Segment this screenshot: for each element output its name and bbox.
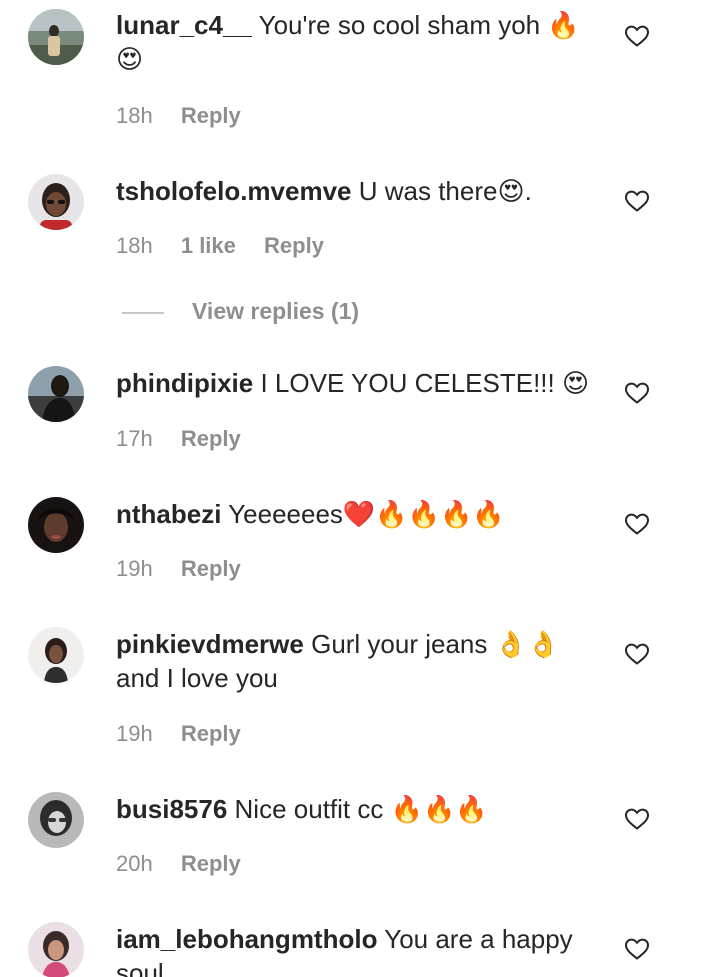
reply-button[interactable]: Reply	[181, 721, 241, 746]
comment-body: tsholofelo.mvemve U was there😍.	[116, 174, 596, 208]
avatar[interactable]	[28, 792, 84, 848]
comment-time: 18h	[116, 103, 153, 128]
view-replies-button[interactable]: View replies (1)	[122, 296, 359, 326]
reply-button[interactable]: Reply	[264, 233, 324, 258]
reply-button[interactable]: Reply	[181, 426, 241, 451]
reply-button[interactable]: Reply	[181, 851, 241, 876]
heart-outline-icon[interactable]	[624, 937, 650, 961]
heart-outline-icon[interactable]	[624, 381, 650, 405]
comment-time: 20h	[116, 851, 153, 876]
comment-body: pinkievdmerwe Gurl your jeans 👌👌 and I l…	[116, 627, 596, 695]
comment-username[interactable]: pinkievdmerwe	[116, 629, 304, 659]
comment-time: 17h	[116, 426, 153, 451]
comment-time: 18h	[116, 233, 153, 258]
comment-meta: 17h Reply	[116, 424, 241, 454]
reply-button[interactable]: Reply	[181, 556, 241, 581]
comment-text: Yeeeeees❤️🔥🔥🔥🔥	[228, 499, 505, 529]
reply-button[interactable]: Reply	[181, 103, 241, 128]
avatar[interactable]	[28, 174, 84, 230]
comment-text: I LOVE YOU CELESTE!!! 😍	[260, 368, 590, 398]
comment-username[interactable]: busi8576	[116, 794, 227, 824]
comment-username[interactable]: nthabezi	[116, 499, 221, 529]
comment-username[interactable]: phindipixie	[116, 368, 253, 398]
comment-time: 19h	[116, 556, 153, 581]
comment-meta: 19h Reply	[116, 554, 241, 584]
avatar[interactable]	[28, 497, 84, 553]
comment-meta: 19h Reply	[116, 719, 241, 749]
avatar[interactable]	[28, 9, 84, 65]
comment-time: 19h	[116, 721, 153, 746]
heart-outline-icon[interactable]	[624, 512, 650, 536]
avatar[interactable]	[28, 922, 84, 977]
comment-text: Nice outfit cc 🔥🔥🔥	[234, 794, 488, 824]
heart-outline-icon[interactable]	[624, 807, 650, 831]
like-count[interactable]: 1 like	[181, 233, 236, 258]
comment-username[interactable]: iam_lebohangmtholo	[116, 924, 377, 954]
comment-text: U was there😍.	[358, 176, 532, 206]
heart-outline-icon[interactable]	[624, 642, 650, 666]
comment-body: busi8576 Nice outfit cc 🔥🔥🔥	[116, 792, 596, 826]
comment-username[interactable]: tsholofelo.mvemve	[116, 176, 352, 206]
comment-body: phindipixie I LOVE YOU CELESTE!!! 😍	[116, 366, 596, 400]
comment-body: lunar_c4__ You're so cool sham yoh 🔥 😍	[116, 8, 596, 76]
avatar[interactable]	[28, 627, 84, 683]
comment-body: nthabezi Yeeeeees❤️🔥🔥🔥🔥	[116, 497, 596, 531]
divider	[122, 311, 164, 314]
comments-list: lunar_c4__ You're so cool sham yoh 🔥 😍 1…	[0, 0, 720, 977]
comment-meta: 18h Reply	[116, 101, 241, 131]
view-replies-label: View replies (1)	[192, 298, 360, 324]
heart-outline-icon[interactable]	[624, 24, 650, 48]
comment-meta: 20h Reply	[116, 849, 241, 879]
comment-body: iam_lebohangmtholo You are a happy soul	[116, 922, 596, 977]
avatar[interactable]	[28, 366, 84, 422]
comment-username[interactable]: lunar_c4__	[116, 10, 252, 40]
comment-meta: 18h 1 like Reply	[116, 231, 324, 261]
heart-outline-icon[interactable]	[624, 189, 650, 213]
